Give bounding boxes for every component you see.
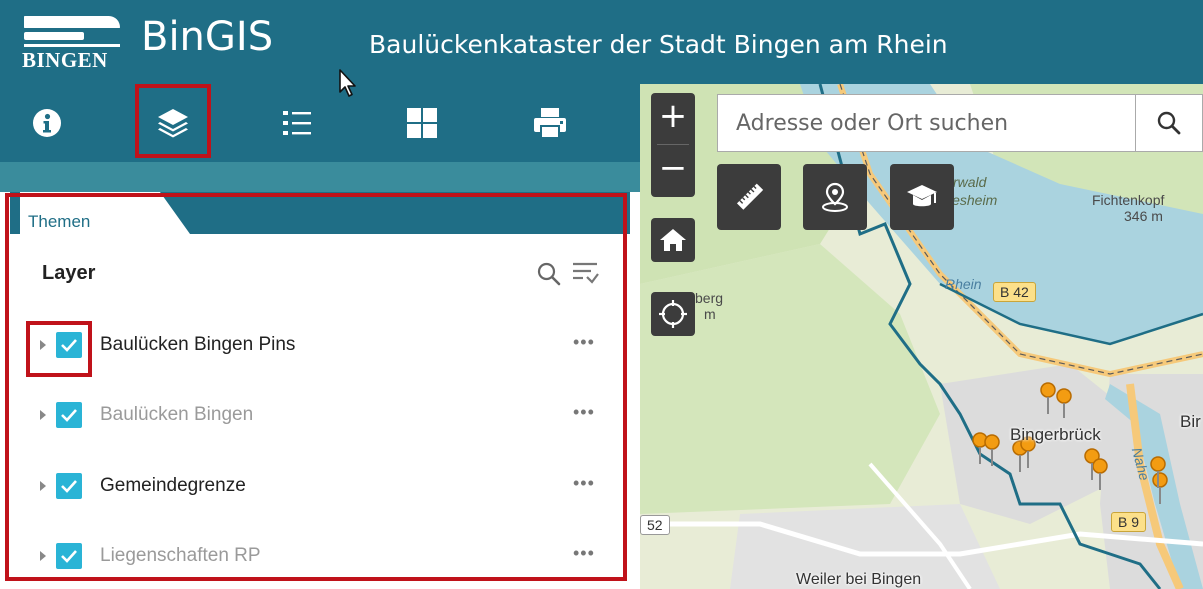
layers-button-highlight: [135, 84, 211, 158]
panel-highlight-frame: [5, 193, 627, 581]
map-label-forest: rwald: [953, 174, 987, 190]
zoom-control: + −: [651, 93, 695, 197]
logo-text: BINGEN: [22, 48, 108, 72]
map-label-town: Bingerbrück: [1010, 425, 1101, 444]
home-icon: [660, 229, 686, 251]
map-pin-location-icon: [822, 182, 848, 212]
info-query-button[interactable]: [890, 164, 954, 230]
graduation-cap-icon: [907, 185, 937, 207]
toolbar: [0, 84, 640, 162]
ruler-icon: [736, 183, 764, 210]
print-icon: [534, 108, 566, 139]
map-label-berg: berg: [695, 290, 724, 306]
zoom-in-button[interactable]: +: [651, 93, 695, 143]
checkbox-highlight: [26, 321, 92, 377]
map-label-town-2: Bir: [1180, 412, 1201, 431]
app-header: BINGEN BinGIS Baulückenkataster der Stad…: [0, 0, 1203, 84]
map-search-input[interactable]: [718, 95, 1135, 151]
map-search-button[interactable]: [1135, 94, 1203, 152]
basemap-grid-icon: [407, 108, 437, 138]
legend-list-icon: [283, 111, 311, 135]
coordinate-button[interactable]: [803, 164, 867, 230]
zoom-out-button[interactable]: −: [651, 145, 695, 195]
road-badge-b42: B 42: [993, 282, 1036, 302]
map-label-town-3: Weiler bei Bingen: [796, 571, 922, 588]
bingen-logo: BINGEN: [22, 14, 126, 74]
info-button[interactable]: [7, 84, 87, 162]
road-badge-52: 52: [640, 515, 670, 535]
info-icon: [33, 109, 61, 137]
map-label-peak: Fichtenkopf: [1092, 192, 1165, 208]
search-icon: [1157, 111, 1181, 135]
locate-button[interactable]: [651, 292, 695, 336]
home-button[interactable]: [651, 218, 695, 262]
mouse-cursor-icon: [339, 69, 356, 97]
map-label-peak-height: 346 m: [1124, 208, 1163, 224]
map-label-berg-m: m: [704, 306, 716, 322]
map-label-forest-2: lesheim: [949, 192, 998, 208]
map-search-box: [717, 94, 1135, 152]
print-button[interactable]: [510, 84, 590, 162]
legend-button[interactable]: [257, 84, 337, 162]
panel-header-band: [0, 162, 640, 192]
locate-crosshair-icon: [659, 300, 687, 328]
app-subtitle: Baulückenkataster der Stadt Bingen am Rh…: [369, 30, 948, 59]
app-name: BinGIS: [141, 14, 274, 60]
basemap-button[interactable]: [382, 84, 462, 162]
road-badge-b9: B 9: [1111, 512, 1147, 532]
map-label-river: Rhein: [945, 276, 982, 292]
measure-button[interactable]: [717, 164, 781, 230]
